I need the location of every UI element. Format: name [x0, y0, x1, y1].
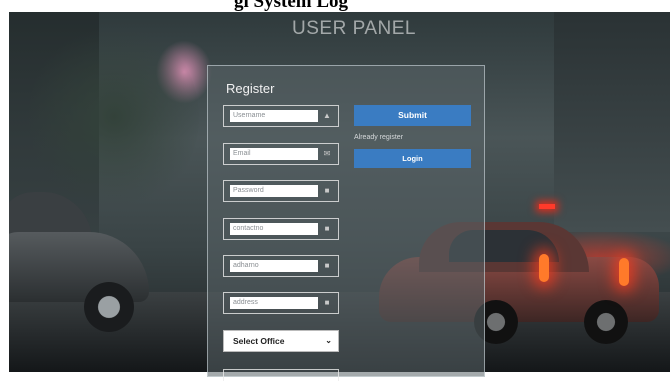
office-select[interactable]: Select Office ⌄: [223, 330, 339, 352]
adharno-input[interactable]: adharno: [230, 260, 318, 272]
address-field[interactable]: address ■: [223, 292, 339, 314]
email-field[interactable]: Email ✉: [223, 143, 339, 165]
page-title-text: gi System Log: [234, 0, 348, 12]
office-select-value: Select Office: [233, 336, 285, 346]
already-register-text: Already register: [354, 134, 404, 141]
username-input[interactable]: Username: [230, 110, 318, 122]
envelope-icon: ✉: [323, 149, 331, 158]
address-input[interactable]: address: [230, 297, 318, 309]
user-icon: ▲: [323, 111, 331, 120]
contactno-field[interactable]: contactno ■: [223, 218, 339, 240]
password-field[interactable]: Password ■: [223, 180, 339, 202]
submit-button[interactable]: Submit: [354, 105, 471, 126]
browser-page-title: gi System Log: [0, 0, 670, 12]
register-title: Register: [226, 81, 275, 96]
contactno-input[interactable]: contactno: [230, 223, 318, 235]
user-panel-heading: USER PANEL: [292, 18, 416, 39]
password-input[interactable]: Password: [230, 185, 318, 197]
background-tree: [29, 22, 199, 212]
lock-icon: ■: [324, 224, 330, 233]
lock-icon: ■: [324, 186, 330, 195]
background-wrecked-car: [9, 192, 159, 332]
username-field[interactable]: Username ▲: [223, 105, 339, 127]
next-field-partial[interactable]: [223, 369, 339, 381]
email-input[interactable]: Email: [230, 148, 318, 160]
chevron-down-icon: ⌄: [325, 336, 332, 345]
background-building-right: [554, 12, 670, 232]
register-panel: Register Username ▲ Email ✉ Password ■ c…: [207, 65, 485, 381]
adharno-field[interactable]: adharno ■: [223, 255, 339, 277]
login-button[interactable]: Login: [354, 149, 471, 168]
lock-icon: ■: [324, 261, 330, 270]
background-traffic-light: [539, 204, 555, 209]
lock-icon: ■: [324, 298, 330, 307]
